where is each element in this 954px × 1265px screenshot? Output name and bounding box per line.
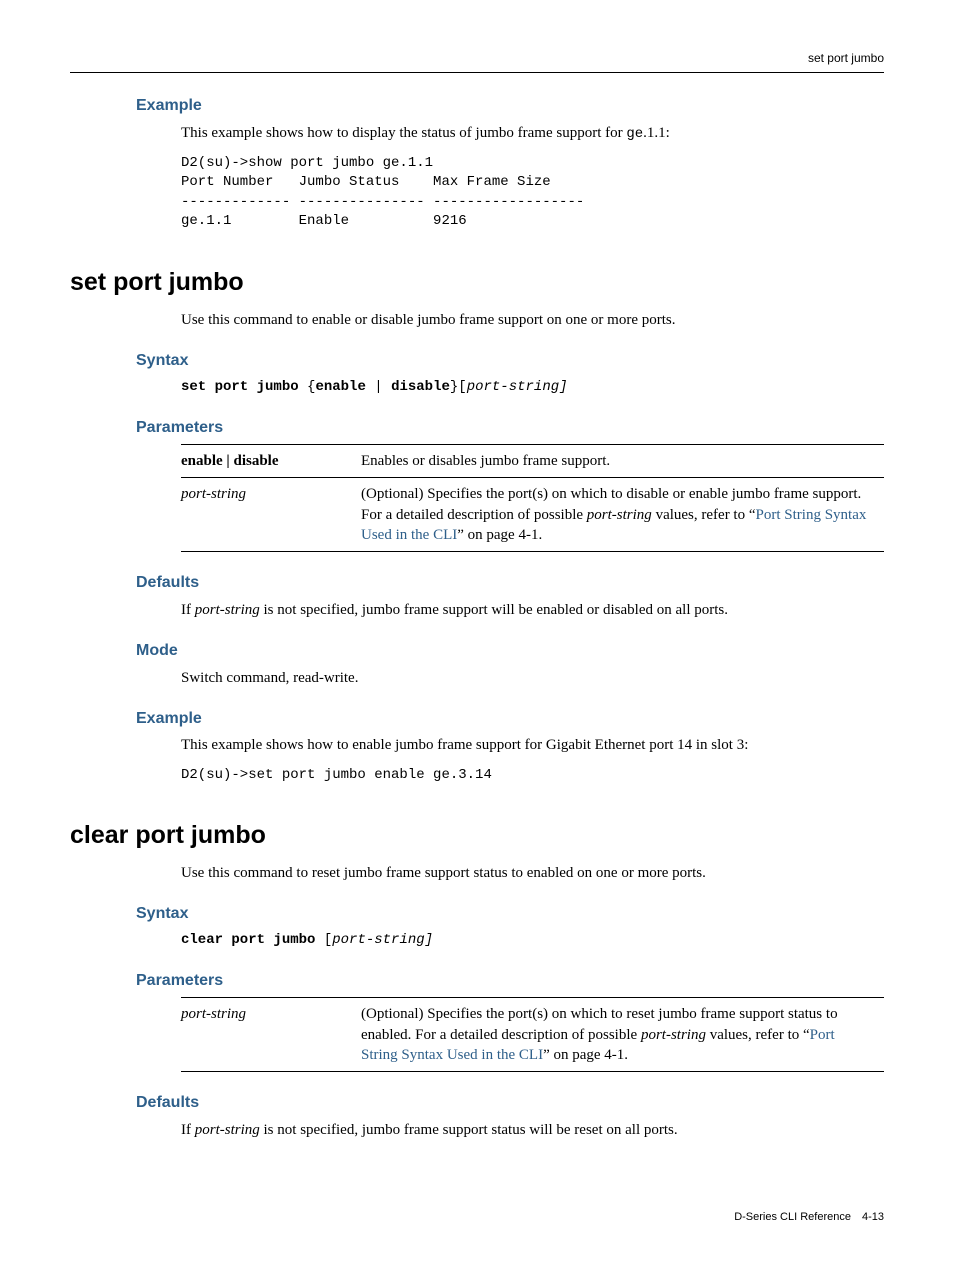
inline-code: ge [626,126,643,142]
text: port-string [587,507,652,523]
text: is not specified, jumbo frame support wi… [260,602,728,618]
syntax-heading: Syntax [136,903,884,925]
example-text: This example shows how to enable jumbo f… [181,735,884,755]
command-heading-clear-port-jumbo: clear port jumbo [70,819,884,853]
text: port-string [195,1122,260,1138]
defaults-text: If port-string is not specified, jumbo f… [181,600,884,620]
param-desc: (Optional) Specifies the port(s) on whic… [361,998,884,1072]
command-intro: Use this command to enable or disable ju… [181,310,884,330]
parameters-table: enable | disable Enables or disables jum… [181,444,884,552]
text: ” on page 4-1. [457,527,542,543]
command-heading-set-port-jumbo: set port jumbo [70,266,884,300]
text: ” on page 4-1. [543,1047,628,1063]
example-heading: Example [136,95,884,117]
text: port-string [181,486,246,502]
syntax-text: | [366,379,391,395]
defaults-heading: Defaults [136,572,884,594]
running-header: set port jumbo [70,50,884,73]
text: values, refer to “ [706,1027,810,1043]
text: port-string [641,1027,706,1043]
text: This example shows how to display the st… [181,125,626,141]
syntax-line: set port jumbo {enable | disable}[port-s… [181,378,884,397]
syntax-cmd: set port jumbo [181,379,299,395]
param-name: enable | disable [181,445,361,478]
code-block: D2(su)->show port jumbo ge.1.1 Port Numb… [181,154,884,232]
text: If [181,1122,195,1138]
table-row: port-string (Optional) Specifies the por… [181,998,884,1072]
text: values, refer to “ [652,507,756,523]
text: If [181,602,195,618]
text: is not specified, jumbo frame support st… [260,1122,678,1138]
syntax-heading: Syntax [136,350,884,372]
code-block: D2(su)->set port jumbo enable ge.3.14 [181,766,884,786]
parameters-heading: Parameters [136,970,884,992]
parameters-heading: Parameters [136,417,884,439]
syntax-keyword: disable [391,379,450,395]
text: .1.1: [643,125,670,141]
param-desc: Enables or disables jumbo frame support. [361,445,884,478]
text: port-string [195,602,260,618]
syntax-text: }[ [450,379,467,395]
param-name: port-string [181,998,361,1072]
syntax-arg: port-string] [467,379,568,395]
syntax-line: clear port jumbo [port-string] [181,931,884,950]
mode-text: Switch command, read-write. [181,668,884,688]
syntax-arg: port-string] [332,932,433,948]
text: enable | disable [181,453,279,469]
example-heading: Example [136,708,884,730]
text: port-string [181,1006,246,1022]
table-row: port-string (Optional) Specifies the por… [181,478,884,552]
param-name: port-string [181,478,361,552]
example-intro: This example shows how to display the st… [181,123,884,144]
syntax-keyword: enable [315,379,365,395]
defaults-heading: Defaults [136,1092,884,1114]
footer-sep [851,1211,862,1223]
parameters-table: port-string (Optional) Specifies the por… [181,997,884,1072]
footer-page: 4-13 [862,1211,884,1223]
footer-book: D-Series CLI Reference [734,1211,851,1223]
param-desc: (Optional) Specifies the port(s) on whic… [361,478,884,552]
defaults-text: If port-string is not specified, jumbo f… [181,1120,884,1140]
table-row: enable | disable Enables or disables jum… [181,445,884,478]
command-intro: Use this command to reset jumbo frame su… [181,863,884,883]
syntax-text: [ [315,932,332,948]
syntax-cmd: clear port jumbo [181,932,315,948]
page-footer: D-Series CLI Reference 4-13 [70,1210,884,1225]
mode-heading: Mode [136,640,884,662]
syntax-text: { [299,379,316,395]
